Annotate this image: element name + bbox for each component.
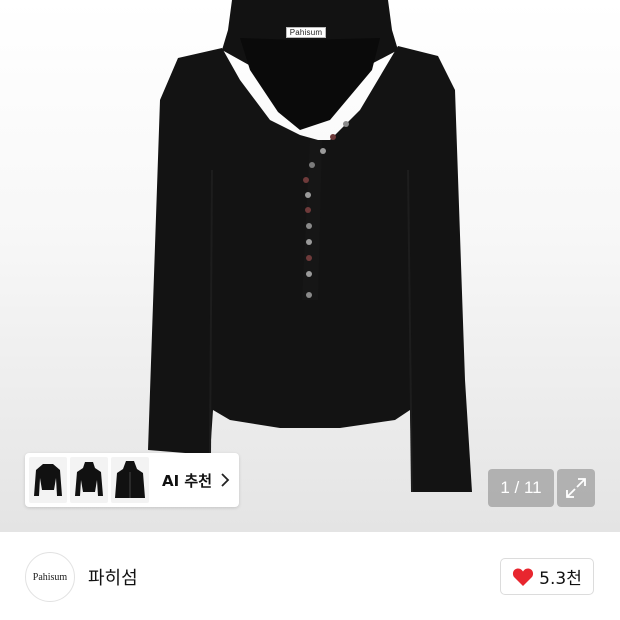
brand-tag: Pahisum [286,27,326,38]
store-logo[interactable]: Pahisum [25,552,75,602]
image-counter: 1 / 11 [488,469,554,507]
expand-button[interactable] [557,469,595,507]
ai-recommend-label: AI 추천 [162,471,213,490]
expand-icon [566,478,586,498]
like-button[interactable]: 5.3천 [500,558,594,595]
store-bar: Pahisum 파히섬 5.3천 [0,532,620,620]
thumbnail-2[interactable] [70,457,108,503]
store-name[interactable]: 파히섬 [88,564,138,590]
chevron-right-icon [221,473,230,487]
product-image-area[interactable]: Pahisum AI 추천 1 / 11 [0,0,620,532]
heart-icon [513,567,534,586]
thumbnail-1[interactable] [29,457,67,503]
like-count: 5.3천 [539,569,582,589]
thumbnail-3[interactable] [111,457,149,503]
ai-recommend-button[interactable]: AI 추천 [25,453,239,507]
